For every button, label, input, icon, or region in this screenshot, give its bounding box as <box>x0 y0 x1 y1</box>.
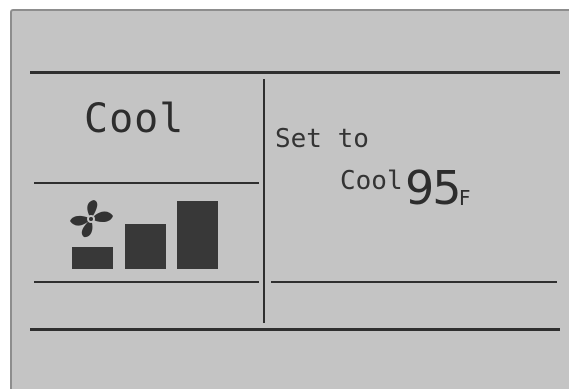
left-mid-divider <box>34 182 259 184</box>
temperature-unit: F <box>459 186 471 210</box>
vertical-divider <box>263 79 265 323</box>
set-to-label: Set to <box>275 124 369 154</box>
fan-speed-bar-2 <box>125 224 166 269</box>
left-lower-divider <box>34 281 259 283</box>
set-temperature: 95 <box>405 161 462 215</box>
mode-label: Cool <box>84 96 185 142</box>
fan-speed-bar-3 <box>177 201 218 269</box>
fan-speed-bar-1 <box>72 247 113 269</box>
set-mode-label: Cool <box>340 166 403 196</box>
top-divider <box>30 71 560 74</box>
bottom-divider <box>30 328 560 331</box>
right-lower-divider <box>271 281 557 283</box>
fan-icon <box>70 200 113 238</box>
